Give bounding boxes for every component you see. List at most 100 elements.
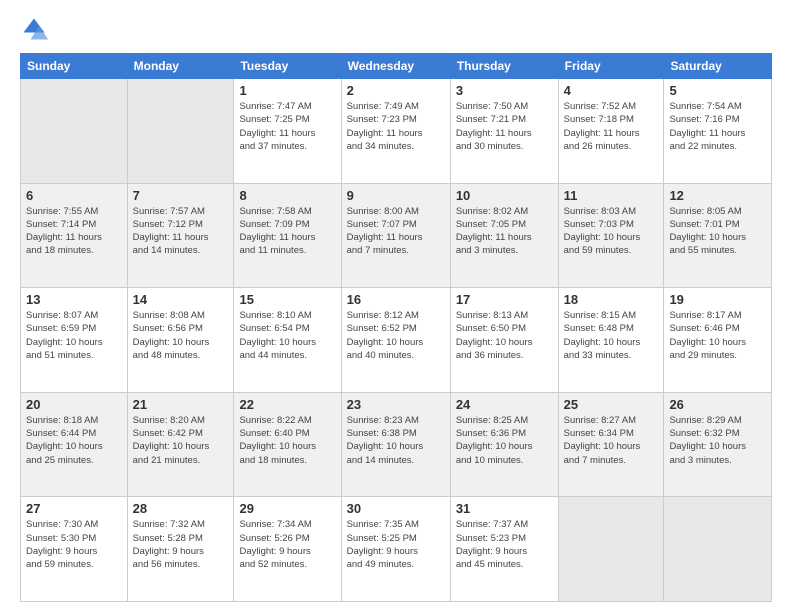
day-info: Sunrise: 7:54 AM Sunset: 7:16 PM Dayligh… <box>669 100 766 153</box>
calendar-page: SundayMondayTuesdayWednesdayThursdayFrid… <box>0 0 792 612</box>
day-info: Sunrise: 8:07 AM Sunset: 6:59 PM Dayligh… <box>26 309 122 362</box>
day-info: Sunrise: 7:57 AM Sunset: 7:12 PM Dayligh… <box>133 205 229 258</box>
day-number: 5 <box>669 83 766 98</box>
calendar-cell: 11Sunrise: 8:03 AM Sunset: 7:03 PM Dayli… <box>558 183 664 288</box>
day-number: 14 <box>133 292 229 307</box>
calendar-cell <box>21 79 128 184</box>
day-number: 7 <box>133 188 229 203</box>
day-number: 30 <box>347 501 445 516</box>
day-number: 21 <box>133 397 229 412</box>
day-number: 2 <box>347 83 445 98</box>
calendar-cell: 14 Sunrise: 8:08 AM Sunset: 6:56 PM Dayli… <box>127 288 234 393</box>
day-header-friday: Friday <box>558 54 664 79</box>
day-info: Sunrise: 8:00 AM Sunset: 7:07 PM Dayligh… <box>347 205 445 258</box>
calendar-cell: 10Sunrise: 8:02 AM Sunset: 7:05 PM Dayli… <box>450 183 558 288</box>
calendar-cell: 27 Sunrise: 7:30 AM Sunset: 5:30 PM Dayli… <box>21 497 128 602</box>
day-number: 17 <box>456 292 553 307</box>
week-row-5: 27 Sunrise: 7:30 AM Sunset: 5:30 PM Dayli… <box>21 497 772 602</box>
day-number: 20 <box>26 397 122 412</box>
day-number: 11 <box>564 188 659 203</box>
calendar-header: SundayMondayTuesdayWednesdayThursdayFrid… <box>21 54 772 79</box>
day-number: 23 <box>347 397 445 412</box>
day-info: Sunrise: 7:52 AM Sunset: 7:18 PM Dayligh… <box>564 100 659 153</box>
day-info: Sunrise: 8:13 AM Sunset: 6:50 PM Dayligh… <box>456 309 553 362</box>
week-row-3: 13 Sunrise: 8:07 AM Sunset: 6:59 PM Dayli… <box>21 288 772 393</box>
day-number: 1 <box>239 83 335 98</box>
day-header-wednesday: Wednesday <box>341 54 450 79</box>
day-number: 24 <box>456 397 553 412</box>
day-header-sunday: Sunday <box>21 54 128 79</box>
day-info: Sunrise: 8:23 AM Sunset: 6:38 PM Dayligh… <box>347 414 445 467</box>
day-number: 16 <box>347 292 445 307</box>
calendar-cell: 7 Sunrise: 7:57 AM Sunset: 7:12 PM Daylig… <box>127 183 234 288</box>
week-row-4: 20 Sunrise: 8:18 AM Sunset: 6:44 PM Dayli… <box>21 392 772 497</box>
day-number: 9 <box>347 188 445 203</box>
day-info: Sunrise: 8:22 AM Sunset: 6:40 PM Dayligh… <box>239 414 335 467</box>
calendar-cell <box>664 497 772 602</box>
day-info: Sunrise: 8:10 AM Sunset: 6:54 PM Dayligh… <box>239 309 335 362</box>
calendar-cell: 26 Sunrise: 8:29 AM Sunset: 6:32 PM Dayli… <box>664 392 772 497</box>
day-info: Sunrise: 7:58 AM Sunset: 7:09 PM Dayligh… <box>239 205 335 258</box>
day-header-tuesday: Tuesday <box>234 54 341 79</box>
day-info: Sunrise: 7:55 AM Sunset: 7:14 PM Dayligh… <box>26 205 122 258</box>
calendar-body: 1Sunrise: 7:47 AM Sunset: 7:25 PM Daylig… <box>21 79 772 602</box>
calendar-table: SundayMondayTuesdayWednesdayThursdayFrid… <box>20 53 772 602</box>
calendar-cell: 29 Sunrise: 7:34 AM Sunset: 5:26 PM Dayli… <box>234 497 341 602</box>
week-row-2: 6 Sunrise: 7:55 AM Sunset: 7:14 PM Daylig… <box>21 183 772 288</box>
calendar-cell: 16 Sunrise: 8:12 AM Sunset: 6:52 PM Dayli… <box>341 288 450 393</box>
calendar-cell: 17 Sunrise: 8:13 AM Sunset: 6:50 PM Dayli… <box>450 288 558 393</box>
day-info: Sunrise: 8:12 AM Sunset: 6:52 PM Dayligh… <box>347 309 445 362</box>
day-info: Sunrise: 8:27 AM Sunset: 6:34 PM Dayligh… <box>564 414 659 467</box>
day-number: 25 <box>564 397 659 412</box>
day-info: Sunrise: 8:05 AM Sunset: 7:01 PM Dayligh… <box>669 205 766 258</box>
day-number: 12 <box>669 188 766 203</box>
day-header-monday: Monday <box>127 54 234 79</box>
calendar-cell: 2 Sunrise: 7:49 AM Sunset: 7:23 PM Daylig… <box>341 79 450 184</box>
day-info: Sunrise: 8:08 AM Sunset: 6:56 PM Dayligh… <box>133 309 229 362</box>
day-info: Sunrise: 8:15 AM Sunset: 6:48 PM Dayligh… <box>564 309 659 362</box>
header <box>20 15 772 43</box>
calendar-cell: 6 Sunrise: 7:55 AM Sunset: 7:14 PM Daylig… <box>21 183 128 288</box>
calendar-cell: 20 Sunrise: 8:18 AM Sunset: 6:44 PM Dayli… <box>21 392 128 497</box>
day-info: Sunrise: 8:18 AM Sunset: 6:44 PM Dayligh… <box>26 414 122 467</box>
day-number: 28 <box>133 501 229 516</box>
calendar-cell: 19Sunrise: 8:17 AM Sunset: 6:46 PM Dayli… <box>664 288 772 393</box>
day-info: Sunrise: 7:49 AM Sunset: 7:23 PM Dayligh… <box>347 100 445 153</box>
day-number: 29 <box>239 501 335 516</box>
calendar-cell: 18Sunrise: 8:15 AM Sunset: 6:48 PM Dayli… <box>558 288 664 393</box>
calendar-cell: 9 Sunrise: 8:00 AM Sunset: 7:07 PM Daylig… <box>341 183 450 288</box>
calendar-cell: 12 Sunrise: 8:05 AM Sunset: 7:01 PM Dayli… <box>664 183 772 288</box>
calendar-cell: 28 Sunrise: 7:32 AM Sunset: 5:28 PM Dayli… <box>127 497 234 602</box>
calendar-cell: 15 Sunrise: 8:10 AM Sunset: 6:54 PM Dayli… <box>234 288 341 393</box>
day-info: Sunrise: 8:17 AM Sunset: 6:46 PM Dayligh… <box>669 309 766 362</box>
calendar-cell: 23 Sunrise: 8:23 AM Sunset: 6:38 PM Dayli… <box>341 392 450 497</box>
logo <box>20 15 52 43</box>
day-info: Sunrise: 8:20 AM Sunset: 6:42 PM Dayligh… <box>133 414 229 467</box>
day-number: 15 <box>239 292 335 307</box>
calendar-cell: 13 Sunrise: 8:07 AM Sunset: 6:59 PM Dayli… <box>21 288 128 393</box>
calendar-cell <box>558 497 664 602</box>
day-number: 3 <box>456 83 553 98</box>
calendar-cell: 24 Sunrise: 8:25 AM Sunset: 6:36 PM Dayli… <box>450 392 558 497</box>
day-number: 26 <box>669 397 766 412</box>
day-info: Sunrise: 7:32 AM Sunset: 5:28 PM Dayligh… <box>133 518 229 571</box>
header-row: SundayMondayTuesdayWednesdayThursdayFrid… <box>21 54 772 79</box>
day-number: 13 <box>26 292 122 307</box>
day-number: 31 <box>456 501 553 516</box>
day-info: Sunrise: 7:35 AM Sunset: 5:25 PM Dayligh… <box>347 518 445 571</box>
day-number: 6 <box>26 188 122 203</box>
day-info: Sunrise: 7:34 AM Sunset: 5:26 PM Dayligh… <box>239 518 335 571</box>
calendar-cell: 1Sunrise: 7:47 AM Sunset: 7:25 PM Daylig… <box>234 79 341 184</box>
logo-icon <box>20 15 48 43</box>
calendar-cell: 31 Sunrise: 7:37 AM Sunset: 5:23 PM Dayli… <box>450 497 558 602</box>
day-number: 27 <box>26 501 122 516</box>
day-info: Sunrise: 8:29 AM Sunset: 6:32 PM Dayligh… <box>669 414 766 467</box>
day-info: Sunrise: 7:30 AM Sunset: 5:30 PM Dayligh… <box>26 518 122 571</box>
day-info: Sunrise: 8:25 AM Sunset: 6:36 PM Dayligh… <box>456 414 553 467</box>
day-info: Sunrise: 8:02 AM Sunset: 7:05 PM Dayligh… <box>456 205 553 258</box>
calendar-cell <box>127 79 234 184</box>
calendar-cell: 3Sunrise: 7:50 AM Sunset: 7:21 PM Daylig… <box>450 79 558 184</box>
day-number: 4 <box>564 83 659 98</box>
day-info: Sunrise: 7:37 AM Sunset: 5:23 PM Dayligh… <box>456 518 553 571</box>
week-row-1: 1Sunrise: 7:47 AM Sunset: 7:25 PM Daylig… <box>21 79 772 184</box>
